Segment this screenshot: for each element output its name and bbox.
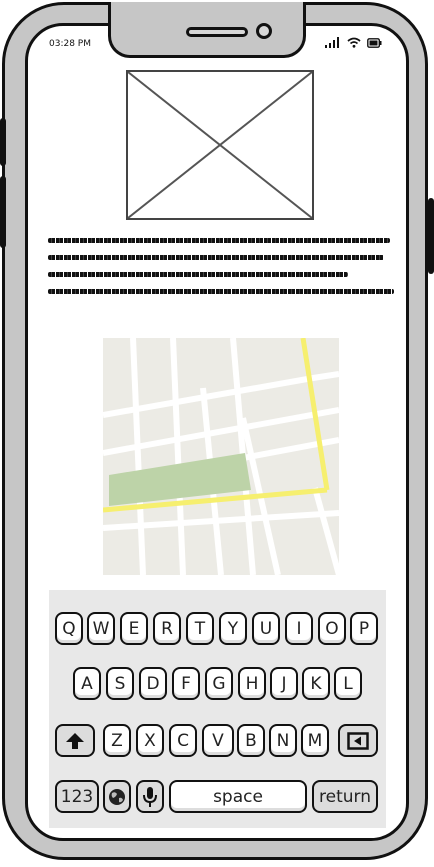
battery-icon xyxy=(367,37,382,48)
text-line xyxy=(48,289,394,294)
key-q[interactable]: Q xyxy=(55,612,83,645)
text-line xyxy=(48,255,384,260)
return-key[interactable]: return xyxy=(312,780,378,813)
side-button-left-top xyxy=(0,118,6,166)
globe-icon xyxy=(109,788,125,805)
key-w[interactable]: W xyxy=(87,612,115,645)
key-v[interactable]: V xyxy=(202,724,234,757)
microphone-key[interactable] xyxy=(136,780,164,813)
text-placeholder xyxy=(48,238,394,306)
key-e[interactable]: E xyxy=(120,612,148,645)
image-placeholder xyxy=(126,70,314,220)
key-d[interactable]: D xyxy=(139,667,167,700)
key-u[interactable]: U xyxy=(252,612,280,645)
key-l[interactable]: L xyxy=(334,667,362,700)
wifi-icon xyxy=(347,37,361,48)
key-x[interactable]: X xyxy=(136,724,164,757)
key-p[interactable]: P xyxy=(350,612,378,645)
key-a[interactable]: A xyxy=(73,667,101,700)
key-k[interactable]: K xyxy=(302,667,330,700)
key-f[interactable]: F xyxy=(172,667,200,700)
key-r[interactable]: R xyxy=(153,612,181,645)
text-line xyxy=(48,272,348,277)
speaker-icon xyxy=(186,27,248,37)
key-j[interactable]: J xyxy=(270,667,298,700)
side-button-left-bottom xyxy=(0,176,6,248)
text-line xyxy=(48,238,390,243)
key-n[interactable]: N xyxy=(269,724,297,757)
backspace-key[interactable] xyxy=(338,724,378,757)
key-c[interactable]: C xyxy=(169,724,197,757)
shift-arrow-icon xyxy=(66,732,84,749)
space-key[interactable]: space xyxy=(169,780,307,813)
signal-icon xyxy=(325,37,339,48)
side-button-right xyxy=(428,198,434,274)
backspace-icon xyxy=(347,731,369,750)
key-t[interactable]: T xyxy=(186,612,214,645)
key-b[interactable]: B xyxy=(237,724,265,757)
key-y[interactable]: Y xyxy=(219,612,247,645)
map-placeholder xyxy=(103,338,339,575)
key-h[interactable]: H xyxy=(238,667,266,700)
camera-icon xyxy=(256,23,272,39)
globe-key[interactable] xyxy=(103,780,131,813)
key-s[interactable]: S xyxy=(106,667,134,700)
numbers-key[interactable]: 123 xyxy=(55,780,99,813)
shift-key[interactable] xyxy=(55,724,95,757)
key-i[interactable]: I xyxy=(285,612,313,645)
key-m[interactable]: M xyxy=(301,724,329,757)
status-icons xyxy=(325,37,382,48)
key-g[interactable]: G xyxy=(205,667,233,700)
microphone-icon xyxy=(143,786,157,807)
status-time: 03:28 PM xyxy=(49,39,91,49)
key-z[interactable]: Z xyxy=(103,724,131,757)
key-o[interactable]: O xyxy=(318,612,346,645)
